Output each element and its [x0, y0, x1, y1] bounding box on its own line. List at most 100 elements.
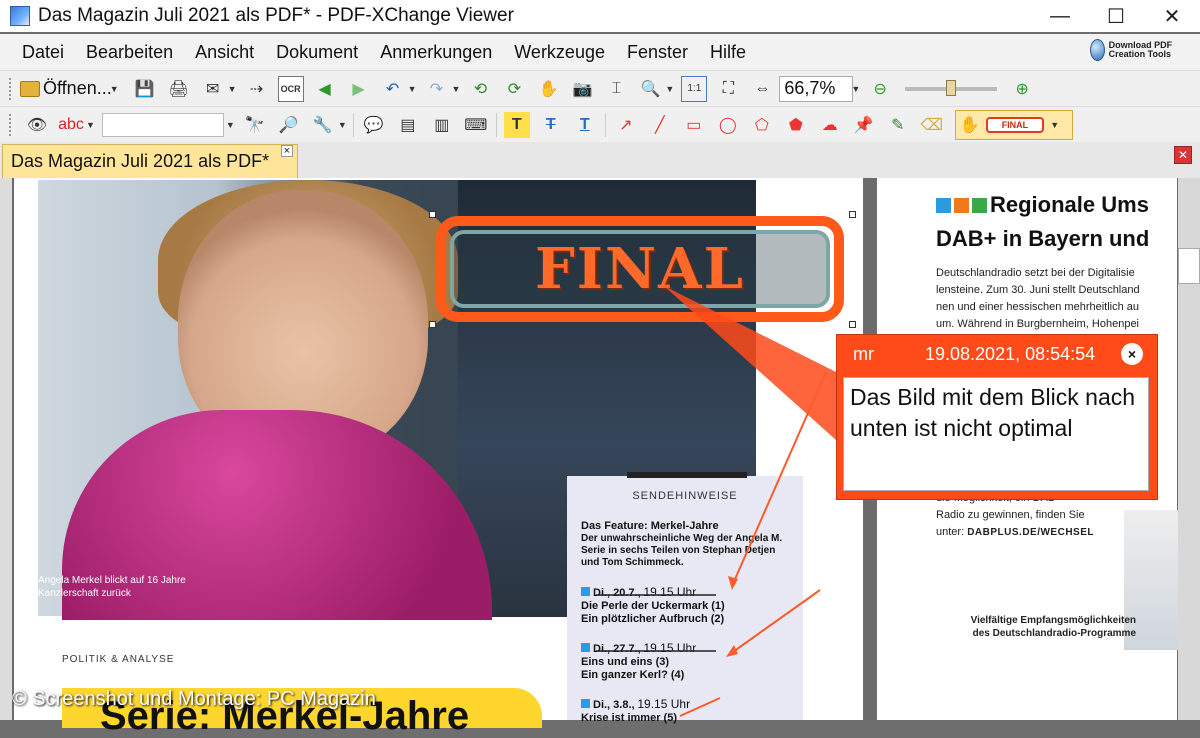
print-icon[interactable]: 🖨 [166, 76, 192, 102]
selection-handle[interactable] [429, 211, 436, 218]
menu-fenster[interactable]: Fenster [616, 42, 699, 63]
rotate-right-icon[interactable]: ⟳ [501, 76, 527, 102]
chevron-down-icon[interactable]: ▼ [851, 84, 860, 94]
sticky-note-icon[interactable]: 💬 [361, 112, 387, 138]
find-icon[interactable]: 🔭 [242, 112, 268, 138]
email-icon[interactable]: ✉ [200, 76, 226, 102]
fit-width-icon[interactable]: ⇔ [749, 76, 775, 102]
cloud-tool-icon[interactable]: ☁ [817, 112, 843, 138]
globe-icon [1090, 39, 1105, 61]
comment-popup[interactable]: mr 19.08.2021, 08:54:54 × Das Bild mit d… [836, 334, 1158, 500]
minimize-button[interactable]: — [1032, 0, 1088, 32]
pdf-creation-tools-badge[interactable]: Download PDF Creation Tools [1090, 35, 1190, 65]
search-combo[interactable] [101, 112, 224, 137]
chevron-down-icon[interactable]: ▼ [665, 84, 674, 94]
date-2-line1: Eins und eins (3) [581, 656, 670, 668]
redo-icon[interactable]: ↷ [423, 76, 449, 102]
back-icon[interactable]: ◀ [312, 76, 338, 102]
close-window-button[interactable]: ✕ [1144, 0, 1200, 32]
menu-ansicht[interactable]: Ansicht [184, 42, 265, 63]
zoom-in-icon[interactable]: ⊕ [1009, 76, 1035, 102]
chevron-down-icon[interactable]: ▼ [338, 120, 347, 130]
actual-size-icon[interactable]: 1:1 [681, 75, 708, 102]
stamp-preview: FINAL [985, 116, 1045, 133]
document-tab[interactable]: Das Magazin Juli 2021 als PDF* × [2, 144, 298, 178]
toolbar-grip[interactable] [9, 113, 15, 136]
save-icon[interactable]: 💾 [132, 76, 158, 102]
text-box-icon[interactable]: ▤ [395, 112, 421, 138]
rectangle-tool-icon[interactable]: ▭ [681, 112, 707, 138]
ellipse-tool-icon[interactable]: ◯ [715, 112, 741, 138]
menu-hilfe[interactable]: Hilfe [699, 42, 757, 63]
chevron-down-icon[interactable]: ▼ [86, 120, 95, 130]
vertical-scrollbar[interactable] [1178, 178, 1200, 720]
hand-tool-icon[interactable]: ✋ [535, 76, 561, 102]
highlight-text-icon[interactable]: T [503, 111, 530, 138]
undo-icon[interactable]: ↶ [380, 76, 406, 102]
selection-handle[interactable] [849, 211, 856, 218]
chevron-down-icon[interactable]: ▼ [228, 84, 237, 94]
zoom-in-tool-icon[interactable]: 🔍 [637, 76, 663, 102]
spellcheck-icon[interactable]: abc [58, 112, 84, 138]
pencil-icon[interactable]: ✎ [885, 112, 911, 138]
date-2-time: 19.15 Uhr [643, 641, 697, 655]
menu-bar: Datei Bearbeiten Ansicht Dokument Anmerk… [0, 34, 1200, 70]
dab-link: DABPLUS.DE/WECHSEL [967, 527, 1094, 538]
zoom-level-input[interactable]: 66,7% [779, 75, 854, 102]
chevron-down-icon[interactable]: ▼ [110, 84, 119, 94]
pentagon-tool-icon[interactable]: ⬟ [783, 112, 809, 138]
menu-datei[interactable]: Datei [0, 42, 75, 63]
pin-icon[interactable]: 📌 [851, 112, 877, 138]
toolbar-main: Öffnen... ▼ 💾 🖨 ✉ ▼ ⇢ OCR ◀ ▶ ↶ ▼ ↷ ▼ ⟲ ⟳ ✋… [0, 70, 1200, 106]
chevron-down-icon[interactable]: ▼ [1050, 120, 1059, 130]
chevron-down-icon[interactable]: ▼ [408, 84, 417, 94]
scrollbar-thumb[interactable] [1178, 248, 1200, 284]
fit-page-icon[interactable]: ⛶ [715, 76, 741, 102]
zoom-slider[interactable] [905, 79, 998, 96]
final-stamp-annotation[interactable]: FINAL [436, 216, 844, 322]
find-next-icon[interactable]: 🔎 [276, 112, 302, 138]
maximize-button[interactable]: ☐ [1088, 0, 1144, 32]
close-comment-icon[interactable]: × [1121, 343, 1143, 365]
date-2-line2: Ein ganzer Kerl? (4) [581, 669, 685, 681]
ocr-icon[interactable]: OCR [277, 75, 304, 102]
rotate-left-icon[interactable]: ⟲ [467, 76, 493, 102]
open-button[interactable]: Öffnen... ▼ [20, 78, 122, 99]
typewriter-icon[interactable]: ⌨ [463, 112, 489, 138]
folder-icon [20, 80, 40, 97]
sendehinweise-box: SENDEHINWEISE Das Feature: Merkel-Jahre … [567, 472, 803, 724]
forward-icon[interactable]: ▶ [346, 76, 372, 102]
arrow-tool-icon[interactable]: ↗ [613, 112, 639, 138]
view-icon[interactable]: 👁 [24, 112, 50, 138]
toolbar-grip[interactable] [9, 77, 15, 100]
document-tab-bar: Das Magazin Juli 2021 als PDF* × ✕ [0, 142, 1200, 178]
line-tool-icon[interactable]: ╱ [647, 112, 673, 138]
strikeout-text-icon[interactable]: T [538, 112, 564, 138]
snapshot-icon[interactable]: 📷 [569, 76, 595, 102]
menu-dokument[interactable]: Dokument [265, 42, 369, 63]
menu-werkzeuge[interactable]: Werkzeuge [503, 42, 616, 63]
selection-handle[interactable] [429, 321, 436, 328]
close-tab-icon[interactable]: × [280, 145, 293, 157]
menu-bearbeiten[interactable]: Bearbeiten [75, 42, 184, 63]
tools-icon[interactable]: 🔧 [310, 112, 336, 138]
title-bar: Das Magazin Juli 2021 als PDF* - PDF-XCh… [0, 0, 1200, 32]
date-3-day: Di., 3.8., [593, 699, 635, 711]
underline-text-icon[interactable]: T [572, 112, 598, 138]
selection-handle[interactable] [849, 321, 856, 328]
left-panel-splitter[interactable] [0, 178, 12, 720]
radio-icon [972, 198, 987, 213]
select-text-icon[interactable]: ⌶ [603, 76, 629, 102]
chevron-down-icon[interactable]: ▼ [226, 120, 235, 130]
zoom-slider-thumb[interactable] [945, 79, 956, 96]
stamp-tool-dropdown[interactable]: ✋ FINAL ▼ [954, 109, 1073, 140]
eraser-icon[interactable]: ⌫ [919, 112, 945, 138]
close-document-icon[interactable]: ✕ [1174, 146, 1192, 164]
export-icon[interactable]: ⇢ [244, 76, 270, 102]
comment-text-area[interactable]: Das Bild mit dem Blick nach unten ist ni… [843, 377, 1149, 491]
callout-icon[interactable]: ▥ [429, 112, 455, 138]
chevron-down-icon[interactable]: ▼ [451, 84, 460, 94]
menu-anmerkungen[interactable]: Anmerkungen [369, 42, 503, 63]
zoom-out-icon[interactable]: ⊖ [867, 76, 893, 102]
polygon-tool-icon[interactable]: ⬠ [749, 112, 775, 138]
